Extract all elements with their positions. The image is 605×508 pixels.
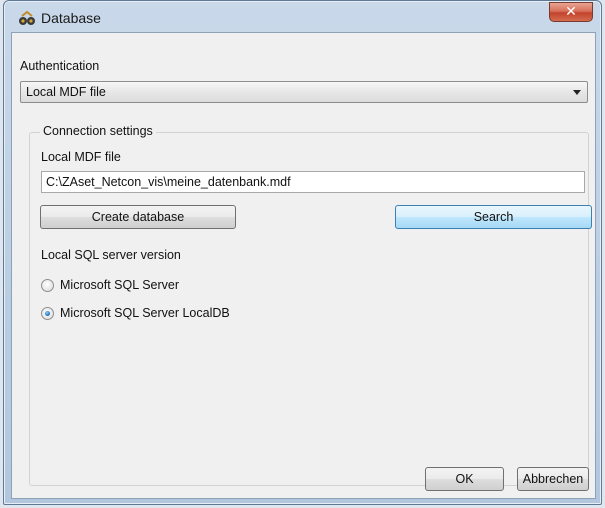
sql-server-option-label[interactable]: Microsoft SQL Server <box>60 278 179 292</box>
radio-selected-dot <box>45 311 50 316</box>
database-app-icon <box>19 10 35 25</box>
authentication-label: Authentication <box>20 59 100 73</box>
cancel-button[interactable]: Abbrechen <box>517 467 589 491</box>
close-icon: ✕ <box>565 4 577 20</box>
authentication-selected-value: Local MDF file <box>26 85 106 99</box>
ok-button[interactable]: OK <box>425 467 504 491</box>
title-bar[interactable]: Database ✕ <box>4 1 601 33</box>
close-button[interactable]: ✕ <box>549 2 593 22</box>
search-button[interactable]: Search <box>395 205 592 229</box>
sql-localdb-radio[interactable] <box>41 307 54 320</box>
sql-localdb-option-label[interactable]: Microsoft SQL Server LocalDB <box>60 306 230 320</box>
sql-version-label: Local SQL server version <box>41 248 181 262</box>
authentication-combobox[interactable]: Local MDF file <box>20 81 588 103</box>
window-title: Database <box>41 10 101 26</box>
mdf-path-value: C:\ZAset_Netcon_vis\meine_datenbank.mdf <box>46 175 291 189</box>
database-dialog: Database ✕ Authentication Local MDF file… <box>3 0 602 505</box>
sql-server-radio[interactable] <box>41 279 54 292</box>
chevron-down-icon <box>573 90 581 95</box>
dialog-content: Authentication Local MDF file Connection… <box>11 32 596 499</box>
mdf-path-input[interactable]: C:\ZAset_Netcon_vis\meine_datenbank.mdf <box>41 171 585 193</box>
connection-settings-title: Connection settings <box>40 124 156 138</box>
create-database-button[interactable]: Create database <box>40 205 236 229</box>
mdf-file-label: Local MDF file <box>41 150 121 164</box>
